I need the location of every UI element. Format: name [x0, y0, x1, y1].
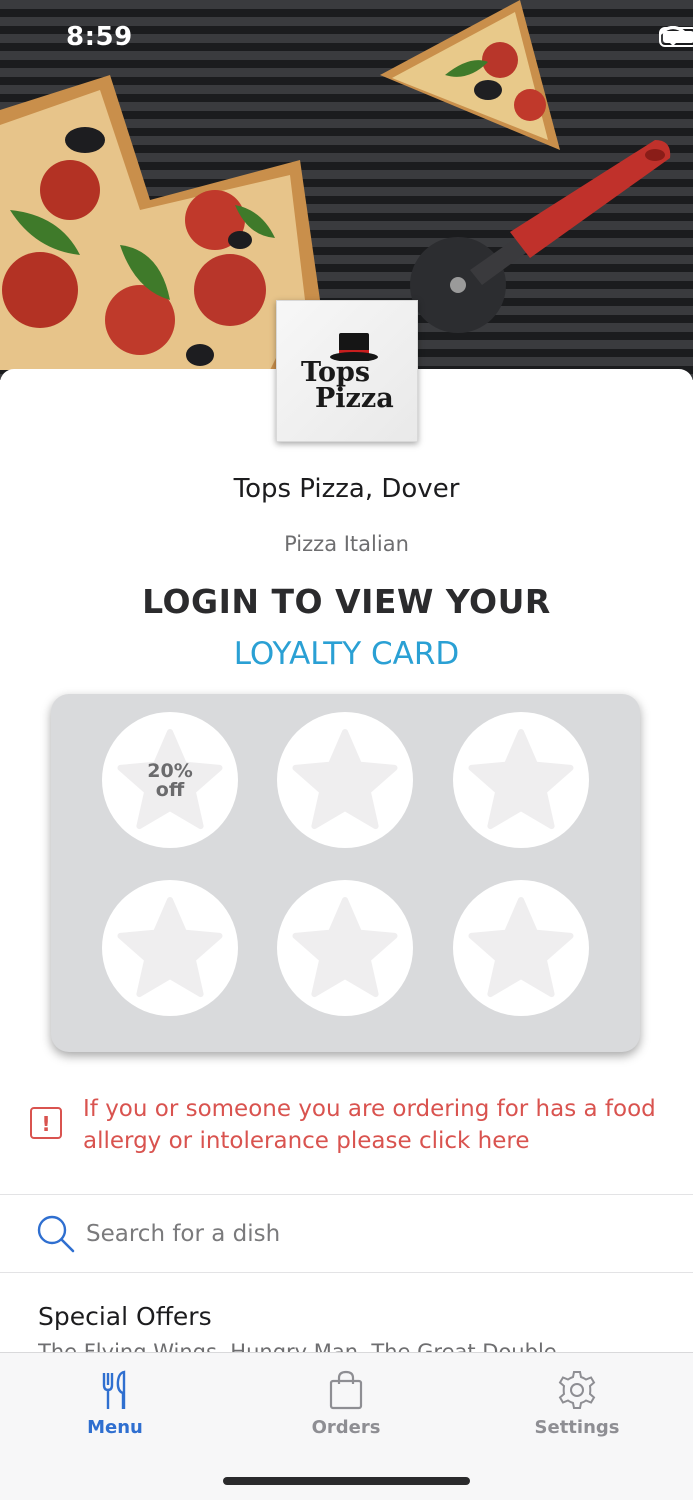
tab-orders-label: Orders	[311, 1417, 381, 1438]
star-icon	[292, 897, 398, 998]
tab-settings[interactable]: Settings	[497, 1369, 657, 1449]
tab-orders[interactable]: Orders	[266, 1369, 426, 1449]
search-bar[interactable]	[0, 1196, 693, 1272]
stamp-3	[453, 712, 589, 848]
stamp-reward-line2: off	[155, 779, 185, 801]
menu-section-title[interactable]: Special Offers	[38, 1302, 212, 1331]
allergy-notice-text[interactable]: If you or someone you are ordering for h…	[83, 1093, 673, 1157]
loyalty-login-title: LOGIN TO VIEW YOUR	[142, 582, 551, 621]
star-icon	[468, 729, 574, 830]
divider	[0, 1272, 693, 1273]
tab-menu[interactable]: Menu	[35, 1369, 195, 1449]
battery-icon	[659, 27, 693, 47]
gear-icon	[558, 1371, 596, 1409]
status-bar: 8:59	[0, 0, 693, 80]
stamp-6	[453, 880, 589, 1016]
restaurant-logo: Tops Pizza	[276, 300, 418, 442]
allergy-notice[interactable]: ! If you or someone you are ordering for…	[28, 1093, 668, 1157]
exclamation-icon: !	[30, 1107, 62, 1139]
divider	[0, 1194, 693, 1195]
bag-icon	[329, 1370, 363, 1410]
loyalty-card-link[interactable]: LOYALTY CARD	[0, 636, 693, 672]
top-hat-icon	[330, 333, 378, 361]
restaurant-name: Tops Pizza, Dover	[233, 474, 460, 504]
star-icon	[292, 729, 398, 830]
star-icon	[117, 897, 223, 998]
search-icon	[37, 1215, 75, 1253]
stamp-2	[277, 712, 413, 848]
loyalty-card[interactable]: 20% off	[51, 694, 640, 1052]
stamp-4	[102, 880, 238, 1016]
tab-menu-label: Menu	[87, 1417, 143, 1438]
restaurant-cuisine: Pizza Italian	[284, 532, 409, 556]
status-time: 8:59	[66, 22, 133, 52]
stamp-5	[277, 880, 413, 1016]
home-indicator	[223, 1477, 470, 1485]
search-input[interactable]	[86, 1218, 646, 1250]
logo-text-line2: Pizza	[315, 383, 394, 414]
star-icon	[468, 897, 574, 998]
stamp-1: 20% off	[102, 712, 238, 848]
tab-settings-label: Settings	[534, 1417, 620, 1438]
fork-knife-icon	[102, 1370, 126, 1409]
